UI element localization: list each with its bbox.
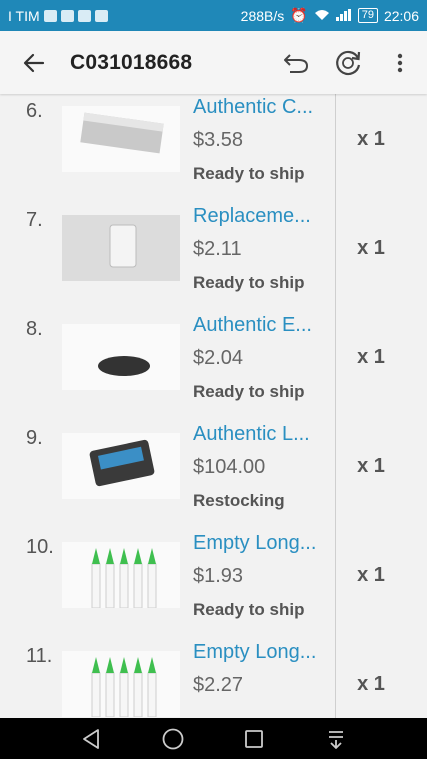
- item-quantity: x 1: [357, 564, 385, 586]
- battery-icon: 79: [357, 8, 378, 23]
- stock-status: Restocking: [193, 491, 285, 510]
- network-speed: 288B/s: [240, 7, 285, 24]
- pull-down-icon: [329, 730, 344, 749]
- item-number: 7.: [26, 209, 43, 231]
- product-price: $2.04: [193, 347, 244, 369]
- stock-status: Ready to ship: [193, 273, 305, 292]
- refresh-dollar-icon: [336, 50, 361, 75]
- product-thumbnail[interactable]: [62, 215, 180, 281]
- list-item[interactable]: 11. Empty Long... $2.27 x 1: [0, 633, 427, 718]
- item-number: 6.: [26, 100, 43, 122]
- list-item[interactable]: 8. Authentic E... $2.04 Ready to ship x …: [0, 306, 427, 415]
- system-nav-bar: [0, 718, 427, 759]
- product-price: $3.58: [193, 129, 244, 151]
- item-quantity: x 1: [357, 673, 385, 695]
- product-price: $2.27: [193, 674, 244, 696]
- product-price: $2.11: [193, 238, 242, 260]
- more-options-button[interactable]: [383, 46, 417, 80]
- nav-back-button[interactable]: [76, 724, 106, 754]
- square-recents-icon: [245, 729, 264, 748]
- item-number: 10.: [26, 536, 54, 558]
- product-name-link[interactable]: Authentic E...: [193, 314, 329, 337]
- product-name-link[interactable]: Replaceme...: [193, 205, 329, 228]
- gallery-notification-icon: [60, 9, 74, 22]
- item-number: 9.: [26, 427, 43, 449]
- list-item[interactable]: 7. Replaceme... $2.11 Ready to ship x 1: [0, 197, 427, 306]
- product-price: $1.93: [193, 565, 244, 587]
- product-thumbnail[interactable]: [62, 433, 180, 499]
- reorder-button[interactable]: [331, 46, 365, 80]
- order-item-list[interactable]: 6. Authentic C... $3.58 Ready to ship x …: [0, 94, 427, 718]
- product-thumbnail[interactable]: [62, 651, 180, 717]
- list-item[interactable]: 10. Empty Long... $1.93 Ready to ship x …: [0, 524, 427, 633]
- circle-home-icon: [162, 728, 184, 749]
- product-thumbnail[interactable]: [62, 542, 180, 608]
- list-item[interactable]: 6. Authentic C... $3.58 Ready to ship x …: [0, 94, 427, 197]
- product-price: $104.00: [193, 456, 266, 478]
- more-vertical-icon: [397, 53, 403, 72]
- product-thumbnail[interactable]: [62, 106, 180, 172]
- item-quantity: x 1: [357, 237, 385, 259]
- item-quantity: x 1: [357, 455, 385, 477]
- page-title: C031018668: [70, 50, 193, 74]
- list-item[interactable]: 9. Authentic L... $104.00 Restocking x 1: [0, 415, 427, 524]
- item-quantity: x 1: [357, 128, 385, 150]
- clock: 22:06: [383, 7, 419, 24]
- arrow-left-icon: [23, 53, 45, 72]
- carrier-label: I TIM: [8, 7, 40, 24]
- signal-icon: [335, 8, 352, 24]
- back-button[interactable]: [16, 45, 52, 81]
- item-number: 8.: [26, 318, 43, 340]
- stock-status: Ready to ship: [193, 382, 305, 401]
- item-number: 11.: [26, 645, 53, 667]
- alarm-icon: ⏰: [290, 7, 308, 23]
- product-name-link[interactable]: Empty Long...: [193, 532, 329, 555]
- app-notification-icon: [77, 9, 91, 22]
- product-name-link[interactable]: Empty Long...: [193, 641, 329, 664]
- photo-notification-icon: [43, 9, 57, 22]
- status-bar: I TIM 288B/s ⏰ 79 22:06: [0, 0, 427, 31]
- undo-button[interactable]: [279, 46, 313, 80]
- stock-status: Ready to ship: [193, 600, 305, 619]
- wifi-icon: [314, 8, 330, 24]
- product-name-link[interactable]: Authentic L...: [193, 423, 329, 446]
- product-name-link[interactable]: Authentic C...: [193, 96, 329, 119]
- triangle-back-icon: [82, 728, 99, 749]
- app-bar: C031018668: [0, 31, 427, 94]
- nav-recents-button[interactable]: [239, 724, 269, 754]
- nav-home-button[interactable]: [158, 724, 188, 754]
- mail-notification-icon: [94, 9, 108, 22]
- undo-icon: [284, 53, 309, 73]
- item-quantity: x 1: [357, 346, 385, 368]
- nav-notification-button[interactable]: [321, 724, 351, 754]
- product-thumbnail[interactable]: [62, 324, 180, 390]
- stock-status: Ready to ship: [193, 164, 305, 183]
